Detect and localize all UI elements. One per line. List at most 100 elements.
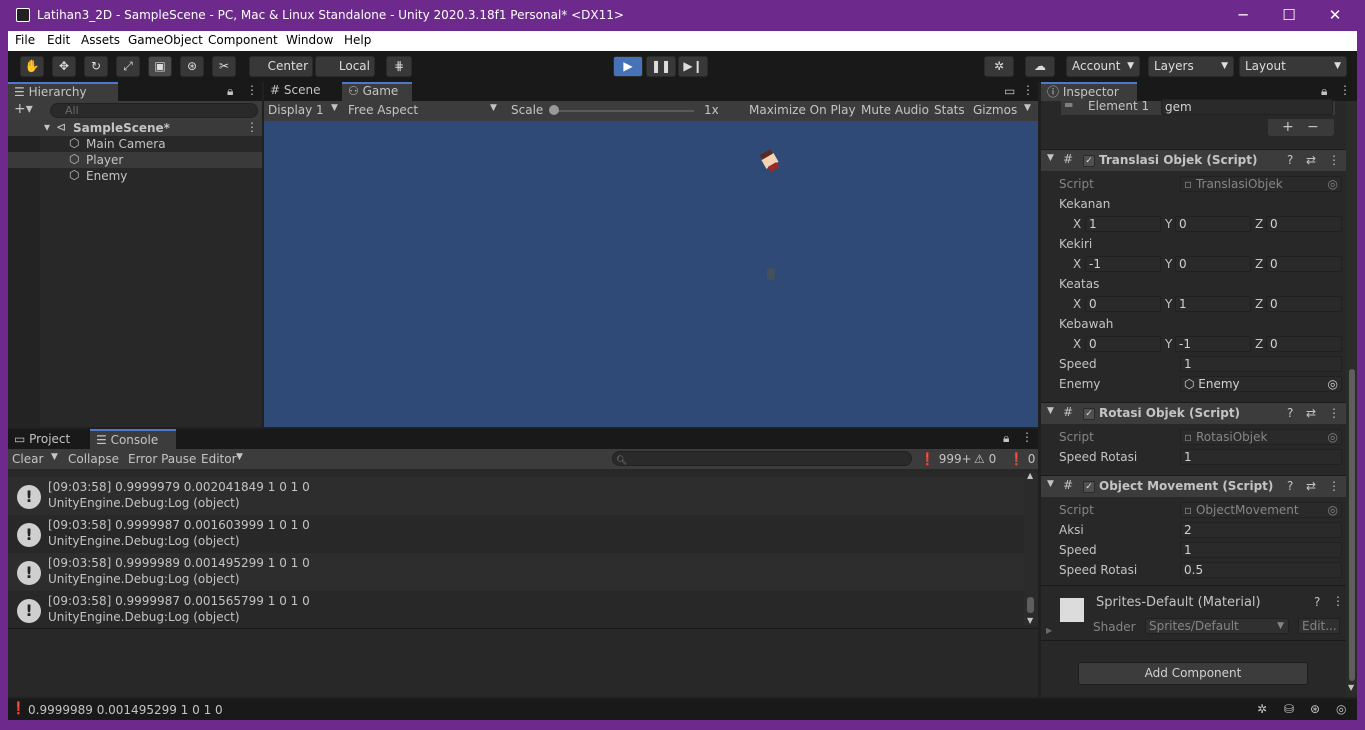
help-icon[interactable]: ? xyxy=(1314,595,1320,609)
help-icon[interactable]: ? xyxy=(1287,479,1293,493)
translasi-speed-field[interactable]: 1 xyxy=(1180,356,1342,372)
tab-scene[interactable]: # Scene xyxy=(264,82,336,101)
kebab-menu-icon[interactable]: ⋮ xyxy=(246,120,258,134)
layers-dropdown[interactable]: Layers ▼ xyxy=(1148,56,1234,77)
menu-edit[interactable]: Edit xyxy=(47,33,70,47)
editor-dropdown[interactable]: Editor xyxy=(201,452,237,466)
scroll-up-icon[interactable]: ▲ xyxy=(1027,471,1033,480)
scroll-down-icon[interactable]: ▼ xyxy=(1348,683,1354,692)
tab-project[interactable]: ▭ Project xyxy=(8,429,86,449)
scale-tool-icon[interactable]: ⤢ xyxy=(116,56,140,77)
kebab-menu-icon[interactable]: ⋮ xyxy=(246,83,258,97)
move-tool-icon[interactable]: ✥ xyxy=(52,56,76,77)
scrollbar-thumb[interactable] xyxy=(1027,597,1034,613)
close-button[interactable]: ✕ xyxy=(1312,0,1358,31)
progress-icon[interactable]: ◎ xyxy=(1336,702,1346,716)
pivot-local-button[interactable]: Local xyxy=(315,56,375,77)
scrollbar-thumb[interactable] xyxy=(1349,369,1355,681)
preset-icon[interactable]: ⇄ xyxy=(1306,153,1316,167)
scroll-down-icon[interactable]: ▼ xyxy=(1027,616,1033,625)
menu-help[interactable]: Help xyxy=(344,33,371,47)
status-text[interactable]: 0.9999989 0.001495299 1 0 1 0 xyxy=(28,703,223,717)
kekiri-z-field[interactable]: 0 xyxy=(1266,256,1342,272)
error-pause-toggle[interactable]: Error Pause xyxy=(128,452,196,466)
account-dropdown[interactable]: Account ▼ xyxy=(1066,56,1140,77)
drag-handle-icon[interactable]: ═ xyxy=(1065,98,1072,112)
aspect-dropdown[interactable]: Free Aspect xyxy=(348,103,418,117)
collapse-toggle[interactable]: Collapse xyxy=(68,452,119,466)
preset-icon[interactable]: ⇄ xyxy=(1306,479,1316,493)
aksi-field[interactable]: 2 xyxy=(1180,522,1342,538)
layout-dropdown[interactable]: Layout ▼ xyxy=(1239,56,1347,77)
tab-game[interactable]: ⚇ Game xyxy=(342,82,412,101)
log-row[interactable]: ! [09:03:58] 0.9999987 0.001565799 1 0 1… xyxy=(8,591,1024,629)
snap-grid-icon[interactable]: ⋕ xyxy=(386,56,412,77)
clear-button[interactable]: Clear xyxy=(12,452,43,466)
log-row[interactable]: ! [09:03:58] 0.9999989 0.001495299 1 0 1… xyxy=(8,553,1024,591)
minimize-button[interactable]: ─ xyxy=(1220,0,1266,31)
stats-toggle[interactable]: Stats xyxy=(934,103,965,117)
cloud-icon[interactable]: ☁ xyxy=(1025,56,1055,77)
maximize-icon[interactable]: ▭ xyxy=(1004,84,1015,98)
scene-row[interactable]: ▾ ⊲ SampleScene* ⋮ xyxy=(8,120,262,136)
help-icon[interactable]: ? xyxy=(1287,406,1293,420)
rotasi-speed-field[interactable]: 1 xyxy=(1180,449,1342,465)
movement-enabled-checkbox[interactable]: ✓ xyxy=(1083,481,1095,493)
rotasi-script-field[interactable]: ▫ RotasiObjek ◎ xyxy=(1180,429,1342,445)
custom-tool-icon[interactable]: ✂ xyxy=(212,56,236,77)
shader-edit-button[interactable]: Edit... xyxy=(1298,618,1340,634)
menu-file[interactable]: File xyxy=(15,33,35,47)
console-scrollbar[interactable]: ▲ ▼ xyxy=(1024,471,1038,625)
translasi-component-header[interactable]: ▼ # ✓ Translasi Objek (Script) ? ⇄ ⋮ xyxy=(1041,149,1347,171)
kebab-menu-icon[interactable]: ⋮ xyxy=(1332,594,1344,608)
pause-button[interactable]: ❚❚ xyxy=(646,56,676,77)
add-component-button[interactable]: Add Component xyxy=(1078,662,1308,685)
scale-slider-thumb[interactable] xyxy=(549,105,559,115)
game-viewport[interactable] xyxy=(264,121,1038,427)
kekanan-z-field[interactable]: 0 xyxy=(1266,216,1342,232)
scale-slider-track[interactable] xyxy=(554,110,694,112)
debug-icon[interactable]: ✲ xyxy=(1257,702,1267,716)
help-icon[interactable]: ? xyxy=(1287,153,1293,167)
enemy-object-field[interactable]: ⬡ Enemy ◎ xyxy=(1180,376,1342,392)
keatas-y-field[interactable]: 1 xyxy=(1175,296,1251,312)
maximize-button[interactable]: ☐ xyxy=(1266,0,1312,31)
foldout-arrow-icon[interactable]: ▼ xyxy=(1047,406,1054,416)
menu-window[interactable]: Window xyxy=(286,33,333,47)
maximize-on-play-toggle[interactable]: Maximize On Play xyxy=(749,103,856,117)
kebawah-y-field[interactable]: -1 xyxy=(1175,336,1251,352)
cache-icon[interactable]: ⛁ xyxy=(1284,702,1294,716)
kebab-menu-icon[interactable]: ⋮ xyxy=(1022,83,1034,97)
kekanan-x-field[interactable]: 1 xyxy=(1085,216,1161,232)
element-1-field[interactable]: gem xyxy=(1161,99,1333,115)
create-plus-icon[interactable]: +▾ xyxy=(14,101,33,117)
log-count-toggle[interactable]: ❗ 999+ xyxy=(920,452,972,466)
chevron-down-icon[interactable]: ▼ xyxy=(51,452,58,462)
add-element-button[interactable]: + xyxy=(1282,119,1294,135)
log-row[interactable]: ! [09:03:58] 0.9999979 0.002041849 1 0 1… xyxy=(8,477,1024,515)
hierarchy-search-input[interactable]: All xyxy=(50,103,258,118)
step-button[interactable]: ▶❙ xyxy=(678,56,708,77)
object-picker-icon[interactable]: ◎ xyxy=(1328,377,1338,391)
movement-script-field[interactable]: ▫ ObjectMovement ◎ xyxy=(1180,502,1342,518)
kebab-menu-icon[interactable]: ⋮ xyxy=(1328,479,1340,493)
kebab-menu-icon[interactable]: ⋮ xyxy=(1328,153,1340,167)
foldout-arrow-icon[interactable]: ▶ xyxy=(1046,626,1052,635)
lock-icon[interactable]: 🔒︎ xyxy=(1003,431,1009,446)
shader-dropdown[interactable]: Sprites/Default ▼ xyxy=(1145,618,1289,634)
menu-gameobject[interactable]: GameObject xyxy=(128,33,203,47)
kekanan-y-field[interactable]: 0 xyxy=(1175,216,1251,232)
tab-hierarchy[interactable]: ☰ Hierarchy xyxy=(8,82,118,101)
console-search-input[interactable]: 🔍︎ xyxy=(612,451,912,466)
rotate-tool-icon[interactable]: ↻ xyxy=(84,56,108,77)
kebawah-z-field[interactable]: 0 xyxy=(1266,336,1342,352)
inspector-scrollbar[interactable]: ▼ xyxy=(1346,101,1357,697)
lock-icon[interactable]: 🔒︎ xyxy=(227,84,233,99)
translasi-enabled-checkbox[interactable]: ✓ xyxy=(1083,155,1095,167)
kekiri-y-field[interactable]: 0 xyxy=(1175,256,1251,272)
hand-tool-icon[interactable]: ✋ xyxy=(20,56,44,77)
foldout-arrow-icon[interactable]: ▼ xyxy=(1047,153,1054,163)
movement-speed-field[interactable]: 1 xyxy=(1180,542,1342,558)
keatas-x-field[interactable]: 0 xyxy=(1085,296,1161,312)
mute-audio-toggle[interactable]: Mute Audio xyxy=(861,103,929,117)
